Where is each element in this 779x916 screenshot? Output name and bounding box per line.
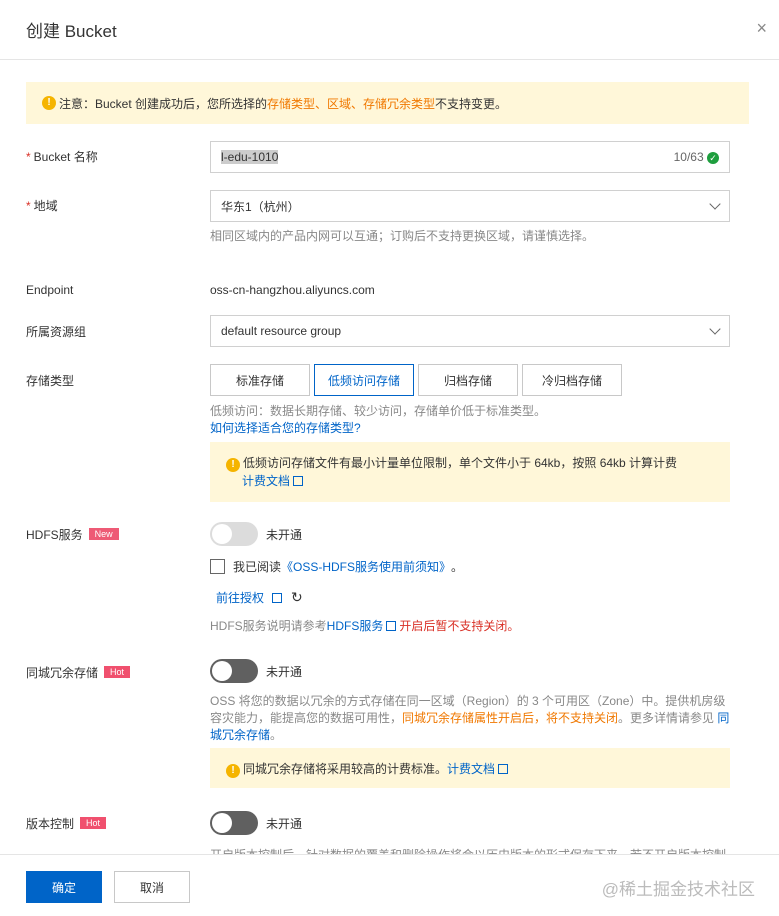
region-hint: 相同区域内的产品内网可以互通；订购后不支持更换区域，请谨慎选择。 bbox=[210, 229, 595, 243]
storage-ia-button[interactable]: 低频访问存储 bbox=[314, 364, 414, 396]
hot-badge: Hot bbox=[104, 666, 131, 678]
billing-doc-link[interactable]: 计费文档 bbox=[447, 762, 495, 776]
dialog-body: ! 注意：Bucket 创建成功后，您所选择的 存储类型、区域、存储冗余类型 不… bbox=[0, 60, 779, 854]
zrs-description: OSS 将您的数据以冗余的方式存储在同一区域（Region）的 3 个可用区（Z… bbox=[210, 694, 730, 742]
external-link-icon bbox=[293, 476, 304, 486]
char-count: 10/63 bbox=[673, 150, 704, 164]
agree-checkbox[interactable] bbox=[210, 559, 225, 574]
chevron-down-icon bbox=[709, 323, 721, 335]
region-field: 华东1（杭州） 相同区域内的产品内网可以互通；订购后不支持更换区域，请谨慎选择。 bbox=[210, 190, 730, 246]
confirm-button[interactable]: 确定 bbox=[26, 871, 102, 903]
warning-icon: ! bbox=[226, 764, 240, 778]
versioning-toggle[interactable] bbox=[210, 811, 258, 835]
hdfs-warning-text: 开启后暂不支持关闭。 bbox=[399, 619, 520, 633]
hot-badge: Hot bbox=[80, 817, 107, 829]
endpoint-value: oss-cn-hangzhou.aliyuncs.com bbox=[210, 283, 375, 297]
external-link-icon bbox=[498, 764, 509, 774]
bucket-name-value: l-edu-1010 bbox=[221, 150, 279, 164]
bucket-name-field: l-edu-1010 10/63 ✓ bbox=[210, 141, 730, 173]
storage-warning: ! 低频访问存储文件有最小计量单位限制，单个文件小于 64kb，按照 64kb 计… bbox=[210, 442, 730, 502]
warning-icon: ! bbox=[226, 458, 240, 472]
cancel-button[interactable]: 取消 bbox=[114, 871, 190, 903]
hdfs-field: 未开通 我已阅读 《OSS-HDFS服务使用前须知》。 前往授权 ↻ HDFS服务说… bbox=[210, 522, 730, 636]
zrs-label: 同城冗余存储 Hot bbox=[26, 664, 131, 681]
hdfs-label: HDFS服务 New bbox=[26, 526, 119, 543]
versioning-description: 开启版本控制后，针对数据的覆盖和删除操作将会以历史版本的形式保存下来。若不开启版… bbox=[210, 845, 730, 854]
resource-group-field: default resource group bbox=[210, 315, 730, 347]
authorize-link[interactable]: 前往授权 bbox=[216, 591, 264, 605]
hdfs-notice-link[interactable]: 《OSS-HDFS服务使用前须知》 bbox=[281, 558, 451, 575]
storage-hint: 低频访问：数据长期存储、较少访问，存储单价低于标准类型。 bbox=[210, 404, 547, 418]
warning-icon: ! bbox=[42, 96, 56, 110]
storage-cold-archive-button[interactable]: 冷归档存储 bbox=[522, 364, 622, 396]
storage-help-link[interactable]: 如何选择适合您的存储类型? bbox=[210, 420, 730, 436]
check-icon: ✓ bbox=[707, 152, 719, 164]
resource-group-select[interactable]: default resource group bbox=[210, 315, 730, 347]
zrs-field: 未开通 OSS 将您的数据以冗余的方式存储在同一区域（Region）的 3 个可… bbox=[210, 659, 730, 788]
new-badge: New bbox=[88, 528, 119, 540]
external-link-icon bbox=[386, 621, 397, 631]
zrs-status: 未开通 bbox=[266, 664, 303, 679]
dialog-header: 创建 Bucket × bbox=[0, 0, 779, 60]
region-select[interactable]: 华东1（杭州） bbox=[210, 190, 730, 222]
versioning-label: 版本控制 Hot bbox=[26, 815, 107, 832]
close-icon[interactable]: × bbox=[756, 18, 767, 39]
versioning-status: 未开通 bbox=[266, 816, 303, 831]
notice-text: 注意：Bucket 创建成功后，您所选择的 bbox=[59, 96, 268, 111]
hdfs-toggle[interactable] bbox=[210, 522, 258, 546]
storage-type-label: 存储类型 bbox=[26, 374, 75, 388]
hdfs-service-link[interactable]: HDFS服务 bbox=[327, 619, 384, 633]
hdfs-hint: HDFS服务说明请参考 bbox=[210, 619, 327, 633]
hdfs-status: 未开通 bbox=[266, 527, 303, 542]
zrs-toggle[interactable] bbox=[210, 659, 258, 683]
versioning-field: 未开通 开启版本控制后，针对数据的覆盖和删除操作将会以历史版本的形式保存下来。若… bbox=[210, 811, 730, 854]
agree-suffix: 。 bbox=[451, 560, 464, 574]
billing-doc-link[interactable]: 计费文档 bbox=[242, 474, 290, 488]
notice-banner: ! 注意：Bucket 创建成功后，您所选择的 存储类型、区域、存储冗余类型 不… bbox=[26, 82, 749, 124]
external-link-icon bbox=[272, 593, 283, 603]
region-label: * 地域 bbox=[26, 199, 58, 213]
storage-archive-button[interactable]: 归档存储 bbox=[418, 364, 518, 396]
chevron-down-icon bbox=[709, 198, 721, 210]
notice-highlight: 存储类型、区域、存储冗余类型 bbox=[267, 96, 436, 111]
bucket-name-label: * Bucket 名称 bbox=[26, 150, 98, 164]
dialog-footer: 确定 取消 @稀土掘金技术社区 bbox=[0, 854, 779, 916]
storage-standard-button[interactable]: 标准存储 bbox=[210, 364, 310, 396]
dialog-title: 创建 Bucket bbox=[26, 22, 117, 41]
zrs-warning: ! 同城冗余存储将采用较高的计费标准。计费文档 bbox=[210, 748, 730, 788]
watermark: @稀土掘金技术社区 bbox=[601, 880, 755, 899]
storage-type-field: 标准存储 低频访问存储 归档存储 冷归档存储 低频访问：数据长期存储、较少访问，存储单… bbox=[210, 364, 730, 502]
endpoint-label: Endpoint bbox=[26, 283, 74, 297]
resource-group-label: 所属资源组 bbox=[26, 325, 87, 339]
agree-text: 我已阅读 bbox=[233, 560, 282, 574]
bucket-name-input[interactable]: l-edu-1010 10/63 ✓ bbox=[210, 141, 730, 173]
refresh-icon[interactable]: ↻ bbox=[291, 589, 303, 605]
notice-suffix: 不支持变更。 bbox=[435, 96, 508, 111]
